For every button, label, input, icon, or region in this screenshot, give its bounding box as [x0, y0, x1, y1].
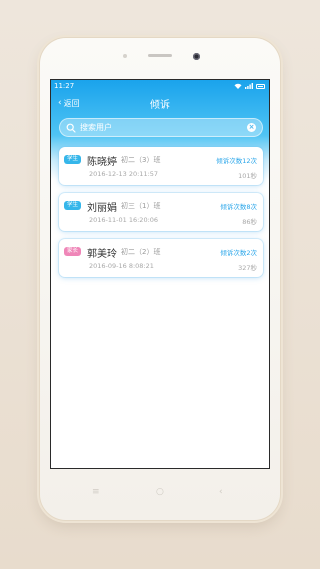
search-input[interactable] — [80, 123, 247, 132]
duration: 327秒 — [238, 264, 257, 272]
list-item[interactable]: 学生 刘丽娟 初三（1）班 2016-11-01 16:20:06 倾诉次数8次… — [59, 193, 263, 231]
earpiece-speaker — [148, 54, 172, 57]
role-badge: 学生 — [64, 201, 81, 210]
hardware-nav-keys: ≡ ○ ‹ — [40, 484, 280, 504]
proximity-sensor — [123, 54, 127, 58]
timestamp: 2016-11-01 16:20:06 — [89, 216, 159, 224]
status-bar: 11:27 — [51, 80, 269, 92]
search-bar[interactable]: × — [59, 118, 263, 137]
timestamp: 2016-12-13 20:11:57 — [89, 170, 159, 178]
front-camera — [193, 53, 200, 60]
duration: 86秒 — [242, 218, 257, 226]
wifi-icon — [234, 83, 242, 89]
role-badge: 家长 — [64, 247, 81, 256]
status-time: 11:27 — [54, 82, 75, 90]
duration: 101秒 — [238, 172, 257, 180]
status-icons — [234, 80, 265, 92]
complaint-count: 倾诉次数8次 — [220, 203, 257, 211]
timestamp: 2016-09-16 8:08:21 — [89, 262, 154, 270]
battery-icon — [256, 83, 265, 89]
back-key-icon[interactable]: ‹ — [219, 487, 223, 497]
menu-key-icon[interactable]: ≡ — [92, 487, 100, 497]
signal-icon — [245, 83, 253, 89]
list-item[interactable]: 家长 郭美玲 初二（2）班 2016-09-16 8:08:21 倾诉次数2次 … — [59, 239, 263, 277]
search-icon — [66, 123, 76, 133]
complaint-count: 倾诉次数12次 — [216, 157, 257, 165]
page-title: 倾诉 — [150, 100, 170, 111]
class-label: 初二（2）班 — [121, 248, 161, 256]
user-name: 郭美玲 — [87, 249, 117, 260]
complaint-list: 学生 陈晓婷 初二（3）班 2016-12-13 20:11:57 倾诉次数12… — [59, 147, 263, 285]
list-item[interactable]: 学生 陈晓婷 初二（3）班 2016-12-13 20:11:57 倾诉次数12… — [59, 147, 263, 185]
role-badge: 学生 — [64, 155, 81, 164]
app-screen: 11:27 ‹ 返回 倾诉 × 学生 — [50, 79, 270, 469]
complaint-count: 倾诉次数2次 — [220, 249, 257, 257]
nav-bar: ‹ 返回 倾诉 — [51, 92, 269, 114]
class-label: 初三（1）班 — [121, 202, 161, 210]
home-key-icon[interactable]: ○ — [156, 487, 164, 497]
user-name: 陈晓婷 — [87, 157, 117, 168]
clear-icon[interactable]: × — [247, 123, 256, 132]
class-label: 初二（3）班 — [121, 156, 161, 164]
user-name: 刘丽娟 — [87, 203, 117, 214]
